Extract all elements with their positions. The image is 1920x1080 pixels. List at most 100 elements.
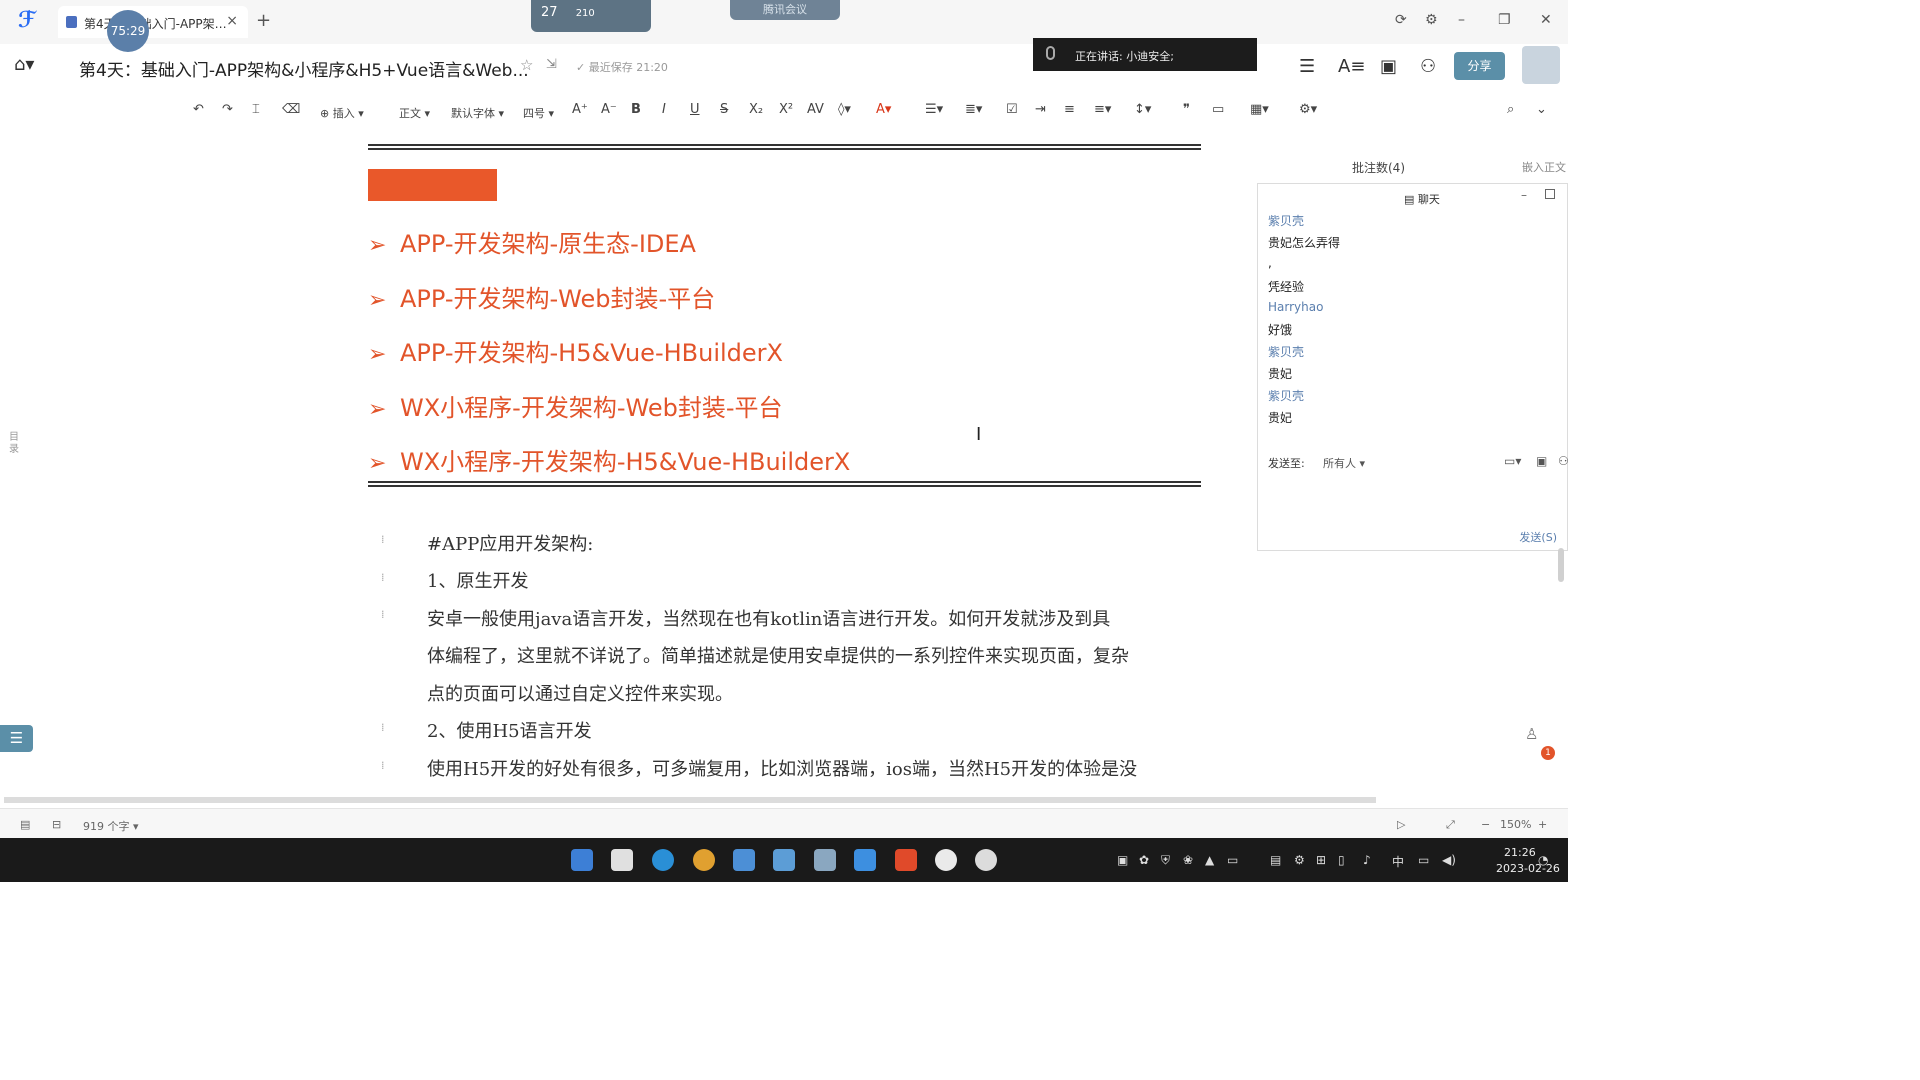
embed-text-toggle[interactable]: 嵌入正文 (1522, 159, 1566, 175)
play-icon[interactable]: ▷ (1397, 818, 1405, 831)
checklist-icon[interactable]: ☑ (1006, 102, 1018, 117)
volume-icon[interactable]: ◀) (1442, 853, 1456, 867)
meeting-banner[interactable]: 腾讯会议 (730, 0, 840, 20)
body-line[interactable]: 体编程了，这里就不详说了。简单描述就是使用安卓提供的一系列控件来实现页面，复杂 (427, 642, 1129, 668)
bullet-item[interactable]: ➢ WX小程序-开发架构-Web封装-平台 (368, 388, 782, 423)
clock-time[interactable]: 21:26 (1504, 846, 1536, 859)
insert-menu[interactable]: ⊕ 插入 ▾ (320, 105, 364, 121)
tray-icon[interactable]: ▭ (1227, 853, 1238, 867)
table-icon[interactable]: ▦▾ (1250, 102, 1269, 117)
tray-icon[interactable]: ▲ (1205, 853, 1214, 867)
outline-tab[interactable]: 目录 (9, 432, 21, 456)
font-family-select[interactable]: 默认字体 ▾ (451, 105, 504, 121)
strikethrough-icon[interactable]: S (720, 102, 728, 117)
clear-format-icon[interactable]: ⌫ (282, 102, 300, 117)
minimize-chat-button[interactable]: – (1521, 188, 1527, 202)
indent-icon[interactable]: ⇥ (1035, 102, 1046, 117)
battery-icon[interactable]: ▯ (1338, 853, 1345, 867)
bold-icon[interactable]: B (631, 102, 641, 117)
avatar[interactable] (1522, 46, 1560, 84)
microphone-icon[interactable]: ♪ (1363, 853, 1371, 867)
tray-icon[interactable]: ▣ (1117, 853, 1128, 867)
network-icon[interactable]: ▭ (1418, 853, 1429, 867)
user-icon[interactable]: ⚇ (1558, 454, 1569, 468)
paragraph-handle[interactable]: ⁞ (381, 608, 385, 621)
align-center-icon[interactable]: ≡ (1064, 102, 1075, 117)
paragraph-style-select[interactable]: 正文 ▾ (399, 105, 430, 121)
notification-badge[interactable]: 1 (1541, 746, 1555, 760)
chevron-down-icon[interactable]: ⌄ (1536, 102, 1547, 117)
bullet-item[interactable]: ➢ APP-开发架构-原生态-IDEA (368, 224, 696, 259)
ime-indicator[interactable]: 中 (1392, 853, 1404, 870)
bullet-item[interactable]: ➢ WX小程序-开发架构-H5&Vue-HBuilderX (368, 442, 850, 477)
horizontal-scrollbar[interactable] (4, 797, 1376, 803)
feishu-icon[interactable] (733, 849, 755, 871)
notification-center-icon[interactable]: ◔ (1538, 853, 1548, 867)
subscript-icon[interactable]: X₂ (749, 102, 763, 117)
shield-icon[interactable]: ⛨ (1161, 853, 1170, 868)
layout-icon[interactable]: ⊟ (52, 818, 61, 831)
quote-icon[interactable]: ❞ (1183, 102, 1190, 117)
increase-font-icon[interactable]: A⁺ (572, 102, 588, 117)
settings-icon[interactable]: ⚙ (1425, 12, 1438, 28)
maximize-chat-button[interactable] (1545, 189, 1555, 199)
chrome-icon[interactable] (693, 849, 715, 871)
minimize-button[interactable]: – (1458, 12, 1465, 28)
send-target-select[interactable]: 所有人 ▾ (1323, 455, 1365, 471)
share-button[interactable]: 分享 (1454, 52, 1505, 80)
screenshot-icon[interactable]: ▣ (1536, 454, 1547, 468)
decrease-font-icon[interactable]: A⁻ (601, 102, 617, 117)
send-button[interactable]: 发送(S) (1519, 529, 1557, 545)
menu-icon[interactable]: ☰ (1299, 56, 1315, 77)
body-line[interactable]: #APP应用开发架构: (427, 530, 593, 556)
word-count[interactable]: 919 个字 ▾ (83, 818, 139, 834)
app-logo-icon[interactable]: ℱ (18, 8, 46, 34)
zoom-level[interactable]: 150% (1500, 818, 1531, 831)
comments-count[interactable]: 批注数(4) (1352, 159, 1405, 176)
move-to-folder-icon[interactable]: ⇲ (546, 57, 557, 72)
clock-date[interactable]: 2023-02-26 (1496, 862, 1560, 875)
folder-icon[interactable]: ▭▾ (1504, 454, 1521, 468)
line-spacing-icon[interactable]: ↕▾ (1134, 102, 1151, 117)
font-color-icon[interactable]: A▾ (876, 102, 891, 117)
zoom-in-button[interactable]: + (1538, 818, 1547, 831)
plugin-icon[interactable]: ⚙▾ (1299, 102, 1317, 117)
close-tab-button[interactable]: × (226, 13, 238, 29)
body-line[interactable]: 点的页面可以通过自定义控件来实现。 (427, 680, 733, 706)
document-title[interactable]: 第4天：基础入门-APP架构&小程序&H5+Vue语言&Web... (79, 56, 529, 81)
bullet-item[interactable]: ➢ APP-开发架构-H5&Vue-HBuilderX (368, 333, 783, 368)
paragraph-handle[interactable]: ⁞ (381, 533, 385, 546)
edge-icon[interactable] (652, 849, 674, 871)
body-line[interactable]: 2、使用H5语言开发 (427, 717, 592, 743)
bullet-item[interactable]: ➢ APP-开发架构-Web封装-平台 (368, 279, 715, 314)
format-painter-icon[interactable]: ⌶ (252, 102, 260, 117)
document-tab[interactable]: 第4天：基础入门-APP架… × (58, 6, 248, 38)
paragraph-handle[interactable]: ⁞ (381, 759, 385, 772)
fullscreen-icon[interactable]: ⤢ (1446, 818, 1455, 832)
tray-icon[interactable]: ⊞ (1316, 853, 1326, 867)
tray-icon[interactable]: ❀ (1183, 853, 1193, 867)
collaborators-icon[interactable]: ⚇ (1420, 56, 1436, 77)
skin-icon[interactable]: ♙ (1525, 725, 1538, 743)
redo-icon[interactable]: ↷ (222, 102, 233, 117)
app-icon[interactable] (935, 849, 957, 871)
body-line[interactable]: 使用H5开发的好处有很多，可多端复用，比如浏览器端，ios端，当然H5开发的体验… (427, 755, 1137, 781)
new-tab-button[interactable]: + (256, 10, 271, 31)
tray-icon[interactable]: ✿ (1139, 853, 1149, 867)
char-spacing-icon[interactable]: AV (807, 102, 824, 117)
maximize-button[interactable]: ❐ (1498, 12, 1511, 28)
home-icon[interactable]: ⌂▾ (14, 54, 34, 75)
paragraph-handle[interactable]: ⁞ (381, 571, 385, 584)
tray-icon[interactable]: ⚙ (1294, 853, 1305, 867)
star-icon[interactable]: ☆ (520, 56, 533, 74)
highlight-icon[interactable]: ◊▾ (838, 102, 851, 117)
start-icon[interactable] (571, 849, 593, 871)
search-icon[interactable]: ⌕ (1507, 102, 1514, 117)
bulleted-list-icon[interactable]: ☰▾ (925, 102, 943, 117)
font-size-select[interactable]: 四号 ▾ (523, 105, 554, 121)
superscript-icon[interactable]: X² (779, 102, 793, 117)
zoom-out-button[interactable]: − (1481, 818, 1490, 831)
sync-icon[interactable]: ⟳ (1395, 12, 1407, 28)
numbered-list-icon[interactable]: ≣▾ (965, 102, 982, 117)
paragraph-handle[interactable]: ⁞ (381, 721, 385, 734)
